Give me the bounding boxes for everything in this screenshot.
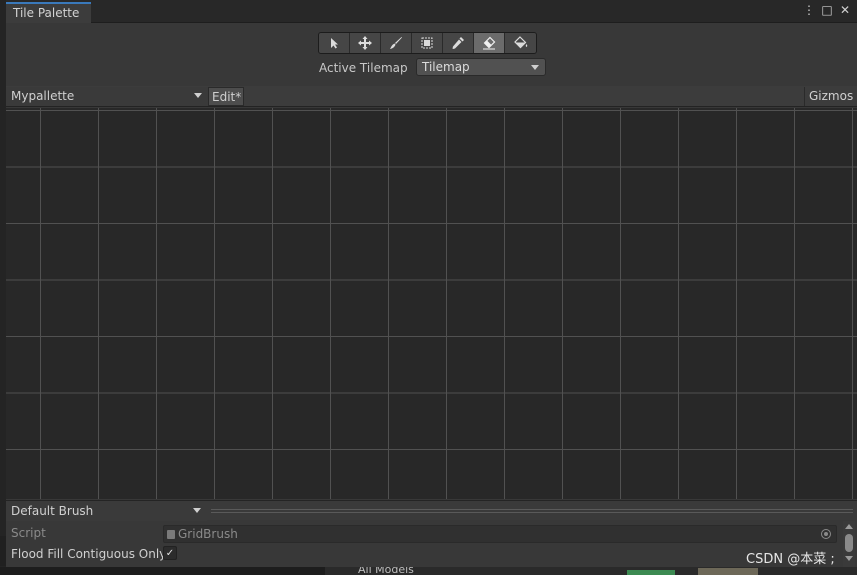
maximize-icon[interactable]: □ (821, 3, 833, 17)
script-field: GridBrush (163, 525, 837, 543)
background-thumbnail (627, 570, 675, 575)
palette-grid-canvas[interactable] (6, 108, 857, 499)
pick-tool-button[interactable] (443, 33, 474, 53)
window-controls: ⋮ □ ✕ (803, 3, 851, 17)
tab-bar: Tile Palette ⋮ □ ✕ (6, 0, 857, 23)
palette-name: Mypallette (11, 89, 75, 103)
erase-tool-button[interactable] (474, 33, 505, 53)
inspector-scrollbar[interactable] (843, 521, 855, 567)
gizmos-button[interactable]: Gizmos (804, 87, 857, 106)
scroll-thumb[interactable] (845, 534, 853, 552)
chevron-down-icon (193, 508, 201, 513)
background-thumbnail (698, 568, 758, 575)
chevron-down-icon (194, 93, 202, 98)
box-fill-icon (421, 37, 433, 49)
brush-name: Default Brush (11, 504, 94, 518)
background-window-edge (0, 536, 6, 566)
fill-tool-button[interactable] (505, 33, 536, 53)
script-value: GridBrush (178, 527, 238, 541)
active-tilemap-value: Tilemap (422, 60, 470, 74)
tile-palette-window: Tile Palette ⋮ □ ✕ Active Tilemap Tilema… (0, 0, 857, 567)
script-label: Script (11, 526, 46, 540)
tool-toolbar (318, 32, 537, 54)
brush-inspector: Script GridBrush Flood Fill Contiguous O… (6, 521, 857, 567)
palette-bar: Mypallette Edit* Gizmos (6, 86, 857, 107)
scroll-up-icon[interactable] (845, 524, 853, 529)
move-arrows-icon (358, 36, 372, 50)
script-file-icon (167, 530, 175, 539)
eraser-icon (483, 36, 496, 50)
watermark-text: CSDN @本菜 ; (746, 552, 835, 567)
select-arrow-icon (331, 38, 338, 49)
flood-fill-checkbox[interactable]: ✓ (163, 546, 177, 560)
object-picker-icon[interactable] (821, 529, 831, 539)
box-fill-tool-button[interactable] (412, 33, 443, 53)
close-icon[interactable]: ✕ (839, 3, 851, 17)
tab-tile-palette[interactable]: Tile Palette (6, 2, 91, 23)
brush-bar: Default Brush (6, 500, 857, 521)
paintbrush-icon (390, 37, 402, 49)
kebab-menu-icon[interactable]: ⋮ (803, 3, 815, 17)
paint-tool-button[interactable] (381, 33, 412, 53)
checkmark-icon: ✓ (165, 547, 175, 559)
splitter-handle[interactable] (211, 509, 853, 513)
move-tool-button[interactable] (350, 33, 381, 53)
paint-bucket-icon (513, 36, 527, 49)
palette-dropdown[interactable]: Mypallette (6, 87, 208, 106)
brush-dropdown[interactable]: Default Brush (6, 502, 207, 521)
chevron-down-icon (531, 65, 539, 70)
edit-palette-button[interactable]: Edit* (208, 87, 244, 106)
active-tilemap-label: Active Tilemap (319, 61, 408, 75)
scroll-down-icon[interactable] (845, 556, 853, 561)
eyedropper-icon (452, 37, 464, 49)
active-tilemap-dropdown[interactable]: Tilemap (416, 58, 546, 76)
select-tool-button[interactable] (319, 33, 350, 53)
background-editor: All Models (0, 567, 857, 575)
background-panel-text: All Models (358, 567, 414, 575)
flood-fill-label: Flood Fill Contiguous Only (11, 547, 167, 561)
